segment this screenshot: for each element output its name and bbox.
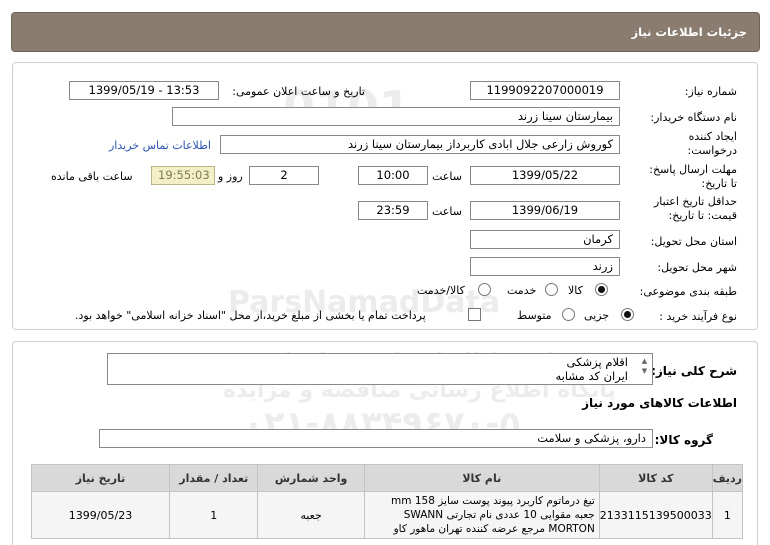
validity-date-field[interactable]: 1399/06/19	[470, 201, 620, 220]
column-index: ردیف	[711, 464, 744, 492]
days-label: روز و	[218, 170, 243, 183]
city-label: شهر محل تحویل:	[657, 261, 737, 274]
creator-field[interactable]: کوروش زارعی جلال ابادی کاربرداز بیمارستا…	[220, 135, 620, 154]
description-label: شرح کلی نیاز:	[651, 364, 737, 378]
category-radio-service[interactable]	[545, 283, 558, 296]
treasury-payment-checkbox[interactable]	[468, 308, 481, 321]
goods-group-label: گروه کالا:	[654, 433, 713, 447]
goods-section-title: اطلاعات کالاهای مورد نیاز	[582, 396, 737, 410]
table-row[interactable]: 1 2133115139500033 تیغ درماتوم کاربرد پی…	[30, 491, 744, 539]
validity-time-label: ساعت	[432, 205, 462, 218]
row-code: 2133115139500033	[598, 491, 713, 539]
description-line-1: اقلام پزشکی	[566, 355, 628, 369]
row-unit: جعبه	[257, 491, 365, 539]
category-radio-goods-service[interactable]	[478, 283, 491, 296]
row-index: 1	[711, 491, 744, 539]
province-label: استان محل تحویل:	[650, 235, 737, 248]
goods-table: ردیف کد کالا نام کالا واحد شمارش تعداد /…	[30, 464, 744, 539]
column-qty: تعداد / مقدار	[169, 464, 259, 492]
category-option-goods: کالا	[568, 284, 583, 297]
buyer-org-field[interactable]: بیمارستان سینا زرند	[172, 107, 620, 126]
description-line-2: ایران کد مشابه	[555, 369, 629, 383]
page-header: جزئیات اطلاعات نیاز	[11, 12, 760, 52]
announce-field[interactable]: 1399/05/19 - 13:53	[69, 81, 219, 100]
goods-group-field[interactable]: دارو، پزشکی و سلامت	[99, 429, 653, 448]
category-label: طبقه بندی موضوعی:	[639, 285, 737, 298]
buyer-org-label: نام دستگاه خریدار:	[650, 111, 737, 124]
announce-label: تاریخ و ساعت اعلان عمومی:	[232, 85, 365, 98]
process-option-minor: جزیی	[584, 309, 610, 322]
need-details-panel: 0101 ParsNamadData شماره نیاز: 119909220…	[12, 62, 758, 330]
column-code: کد کالا	[598, 464, 713, 492]
city-field[interactable]: زرند	[470, 257, 620, 276]
remaining-label: ساعت باقی مانده	[51, 170, 133, 183]
need-number-label: شماره نیاز:	[684, 85, 737, 98]
row-date: 1399/05/23	[30, 491, 171, 539]
deadline-time-field[interactable]: 10:00	[358, 166, 428, 185]
deadline-label-1: مهلت ارسال پاسخ:	[649, 163, 737, 176]
page-title: جزئیات اطلاعات نیاز	[631, 25, 747, 39]
goods-panel: مرکز فراوری اطلاعات پارس نماد داده پایگا…	[12, 341, 758, 545]
category-radio-goods[interactable]	[595, 283, 608, 296]
process-radio-minor[interactable]	[621, 308, 634, 321]
process-option-medium: متوسط	[517, 309, 552, 322]
contact-buyer-link[interactable]: اطلاعات تماس خریدار	[109, 139, 211, 152]
goods-table-header: ردیف کد کالا نام کالا واحد شمارش تعداد /…	[30, 464, 744, 492]
treasury-payment-note: پرداخت تمام یا بخشی از مبلغ خرید،از محل …	[75, 309, 426, 322]
process-radio-medium[interactable]	[562, 308, 575, 321]
row-qty: 1	[169, 491, 259, 539]
column-date: تاریخ نیاز	[30, 464, 171, 492]
province-field[interactable]: کرمان	[470, 230, 620, 249]
deadline-time-label: ساعت	[432, 170, 462, 183]
category-option-goods-service: کالا/خدمت	[417, 284, 465, 297]
column-name: نام کالا	[363, 464, 600, 492]
creator-label-1: ایجاد کننده	[688, 130, 737, 143]
deadline-date-field[interactable]: 1399/05/22	[470, 166, 620, 185]
description-scroll-arrows[interactable]: ▲ ▼	[640, 356, 649, 376]
category-option-service: خدمت	[507, 284, 537, 297]
creator-label-2: درخواست:	[687, 144, 737, 157]
validity-time-field[interactable]: 23:59	[358, 201, 428, 220]
row-name: تیغ درماتوم کاربرد پیوند پوست سایز mm 15…	[363, 491, 600, 539]
remaining-time-field: 19:55:03	[151, 166, 215, 185]
column-unit: واحد شمارش	[257, 464, 365, 492]
validity-label-2: قیمت: تا تاریخ:	[668, 209, 737, 222]
need-number-field[interactable]: 1199092207000019	[470, 81, 620, 100]
description-box[interactable]: اقلام پزشکی ایران کد مشابه ▲ ▼	[107, 353, 653, 385]
validity-label-1: حداقل تاریخ اعتبار	[653, 195, 737, 208]
deadline-label-2: تا تاریخ:	[701, 177, 737, 190]
days-field[interactable]: 2	[249, 166, 319, 185]
process-label: نوع فرآیند خرید :	[659, 310, 737, 323]
